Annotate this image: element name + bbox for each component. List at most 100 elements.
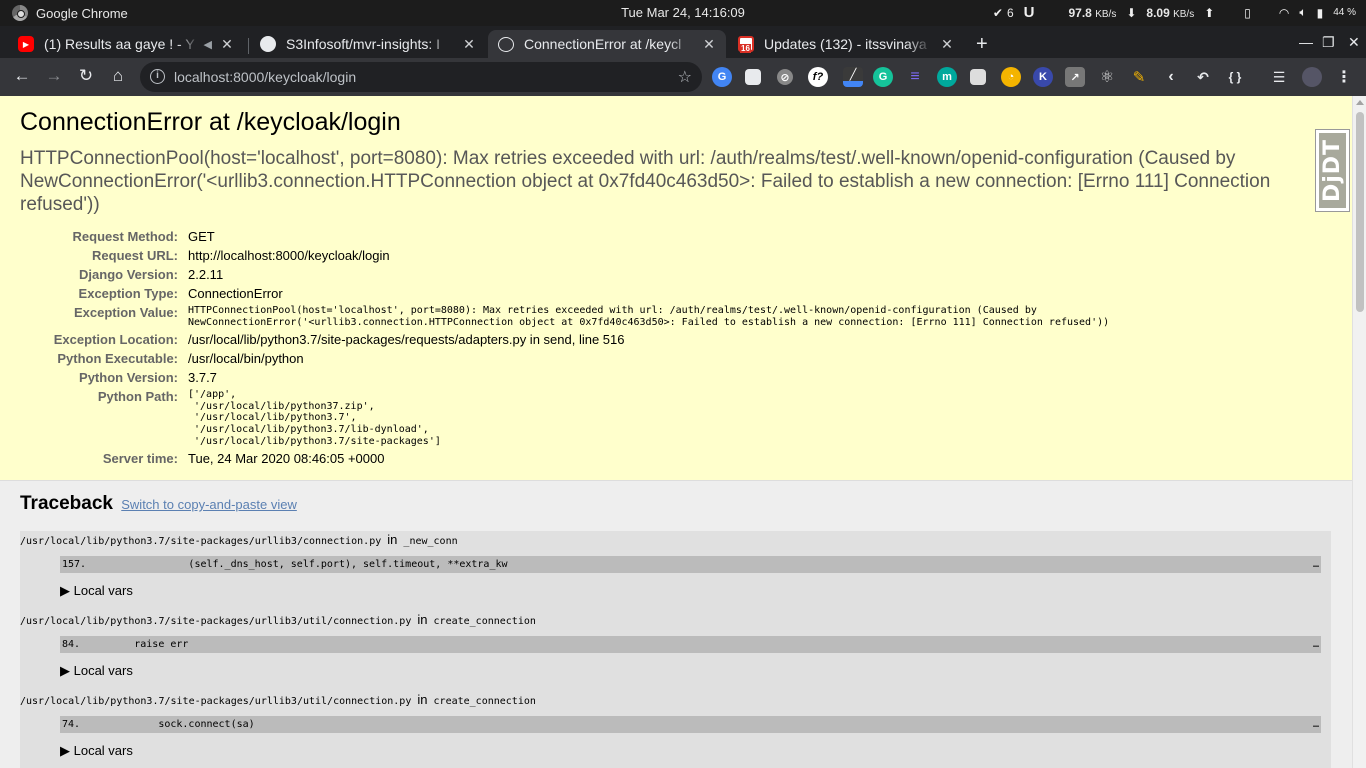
tab-title: Updates (132) - itssvinaya bbox=[764, 36, 927, 52]
google-translate-icon[interactable]: G bbox=[712, 67, 732, 87]
tab-strip: ▶ (1) Results aa gaye ! - Y ◀︎ ✕ S3Infos… bbox=[0, 26, 1366, 58]
home-button[interactable]: ⌂ bbox=[107, 66, 129, 86]
function-icon[interactable]: f? bbox=[808, 67, 828, 87]
pin-icon[interactable]: ↗ bbox=[1065, 67, 1085, 87]
close-icon[interactable]: ✕ bbox=[220, 36, 234, 53]
square-extension-icon[interactable] bbox=[970, 69, 986, 85]
url-text[interactable]: localhost:8000/keycloak/login bbox=[174, 69, 356, 85]
bookmark-star-icon[interactable]: ☆ bbox=[678, 67, 692, 87]
youtube-icon: ▶ bbox=[18, 36, 34, 52]
scroll-up-arrow-icon[interactable] bbox=[1356, 100, 1364, 105]
tab-youtube[interactable]: ▶ (1) Results aa gaye ! - Y ◀︎ ✕ bbox=[8, 30, 244, 58]
active-app[interactable]: Google Chrome bbox=[12, 5, 128, 21]
tab-divider bbox=[248, 38, 249, 54]
meta-label: Request Method: bbox=[72, 229, 178, 244]
frame-file: /usr/local/lib/python3.7/site-packages/u… bbox=[20, 532, 458, 547]
copy-paste-view-link[interactable]: Switch to copy-and-paste view bbox=[121, 497, 297, 512]
meta-value: 2.2.11 bbox=[188, 267, 224, 282]
frame-path: /usr/local/lib/python3.7/site-packages/u… bbox=[20, 536, 382, 547]
frame-func: _new_conn bbox=[403, 536, 458, 547]
local-vars-toggle[interactable]: ▶ Local vars bbox=[60, 583, 133, 599]
new-tab-button[interactable]: + bbox=[976, 34, 988, 54]
react-icon[interactable]: ⚛ bbox=[1097, 67, 1117, 87]
chevron-left-icon[interactable]: ‹ bbox=[1161, 67, 1181, 87]
magnet-icon[interactable]: U bbox=[1024, 4, 1035, 21]
back-button[interactable]: ← bbox=[11, 66, 33, 86]
download-speed: 97.8 KB/s bbox=[1068, 5, 1117, 20]
close-icon[interactable]: ✕ bbox=[462, 36, 476, 53]
frame-file: /usr/local/lib/python3.7/site-packages/u… bbox=[20, 612, 536, 627]
info-icon[interactable]: i bbox=[150, 69, 165, 84]
forward-button[interactable]: → bbox=[43, 66, 65, 86]
json-braces-icon[interactable]: { } bbox=[1225, 67, 1245, 87]
meta-row: Python Version: 3.7.7 bbox=[20, 368, 1109, 387]
clipboard-icon[interactable]: ▯ bbox=[1244, 6, 1251, 20]
brush-icon[interactable]: ✎ bbox=[1129, 67, 1149, 87]
mute-icon[interactable]: ◀︎ bbox=[204, 38, 212, 51]
compass-icon[interactable]: ◔ bbox=[1001, 67, 1021, 87]
meta-label: Django Version: bbox=[79, 267, 178, 282]
k-extension-icon[interactable]: K bbox=[1033, 67, 1053, 87]
wifi-icon[interactable]: ◠ bbox=[1279, 6, 1289, 20]
in-word: in bbox=[417, 692, 428, 707]
close-window-icon[interactable]: ✕ bbox=[1348, 34, 1360, 51]
expand-context-button[interactable]: … bbox=[1313, 556, 1319, 573]
traceback-heading: Traceback Switch to copy-and-paste view bbox=[20, 493, 297, 515]
tab-github[interactable]: S3Infosoft/mvr-insights: I ✕ bbox=[250, 30, 486, 58]
meta-label: Python Path: bbox=[97, 389, 178, 405]
scrollbar-thumb[interactable] bbox=[1356, 112, 1364, 312]
stack-icon[interactable]: ≡ bbox=[905, 67, 925, 87]
tab-connection-error[interactable]: ConnectionError at /keycl ✕ bbox=[488, 30, 726, 58]
battery-icon[interactable]: ▮ bbox=[1317, 6, 1324, 20]
tab-title: S3Infosoft/mvr-insights: I bbox=[286, 36, 441, 52]
code-text: 157. (self._dns_host, self.port), self.t… bbox=[62, 559, 508, 570]
local-vars-toggle[interactable]: ▶ Local vars bbox=[60, 663, 133, 679]
local-vars-toggle[interactable]: ▶ Local vars bbox=[60, 743, 133, 759]
color-picker-icon[interactable]: ╱ bbox=[843, 67, 863, 87]
browser-toolbar: ← → ↻ ⌂ i localhost:8000/keycloak/login … bbox=[0, 58, 1366, 96]
frame-file: /usr/local/lib/python3.7/site-packages/u… bbox=[20, 692, 536, 707]
meta-row: Exception Type: ConnectionError bbox=[20, 284, 1109, 303]
meta-row: Server time: Tue, 24 Mar 2020 08:46:05 +0… bbox=[20, 449, 1109, 468]
grammarly-icon[interactable]: G bbox=[873, 67, 893, 87]
django-debug-toolbar-handle[interactable]: DjDT bbox=[1315, 129, 1350, 212]
exception-summary: HTTPConnectionPool(host='localhost', por… bbox=[20, 148, 1271, 215]
page-scrollbar[interactable] bbox=[1352, 96, 1366, 768]
frame-code-line[interactable]: 74. sock.connect(sa)… bbox=[60, 716, 1321, 733]
frame-code-line[interactable]: 84. raise err… bbox=[60, 636, 1321, 653]
expand-context-button[interactable]: … bbox=[1313, 636, 1319, 653]
frame-path: /usr/local/lib/python3.7/site-packages/u… bbox=[20, 616, 412, 627]
minimize-icon[interactable]: — bbox=[1299, 34, 1313, 50]
close-icon[interactable]: ✕ bbox=[702, 36, 716, 53]
djdt-label: DjDT bbox=[1320, 138, 1346, 203]
meta-label: Exception Type: bbox=[78, 286, 178, 301]
check-count: 6 bbox=[1006, 5, 1014, 20]
block-icon[interactable]: ⊘ bbox=[777, 69, 793, 85]
meta-row: Python Path: ['/app', '/usr/local/lib/pyt… bbox=[20, 387, 1109, 449]
tab-gmail[interactable]: 16 Updates (132) - itssvinaya ✕ bbox=[728, 30, 964, 58]
error-summary: ConnectionError at /keycloak/login HTTPC… bbox=[0, 96, 1352, 481]
media-list-icon[interactable]: ☰ bbox=[1269, 67, 1289, 87]
frame-path: /usr/local/lib/python3.7/site-packages/u… bbox=[20, 696, 412, 707]
undo-icon[interactable]: ↶ bbox=[1193, 67, 1213, 87]
frame-func: create_connection bbox=[433, 696, 536, 707]
expand-context-button[interactable]: … bbox=[1313, 716, 1319, 733]
reload-button[interactable]: ↻ bbox=[75, 66, 97, 86]
close-icon[interactable]: ✕ bbox=[940, 36, 954, 53]
frame-code-line[interactable]: 157. (self._dns_host, self.port), self.t… bbox=[60, 556, 1321, 573]
tab-title: ConnectionError at /keycl bbox=[524, 36, 682, 52]
restore-icon[interactable]: ❐ bbox=[1322, 34, 1335, 51]
checkmark-icon[interactable]: ✔ bbox=[993, 6, 1003, 20]
upload-speed: 8.09 KB/s bbox=[1146, 5, 1195, 20]
request-meta-table: Request Method: GET Request URL: http://lo… bbox=[20, 227, 1109, 468]
gmail-badge: 16 bbox=[740, 44, 751, 53]
extension-doc-icon[interactable] bbox=[745, 69, 761, 85]
djdt-label-box: DjDT bbox=[1319, 133, 1346, 208]
address-bar[interactable]: i localhost:8000/keycloak/login ☆ bbox=[140, 62, 702, 92]
m-extension-icon[interactable]: m bbox=[937, 67, 957, 87]
os-top-bar: Google Chrome Tue Mar 24, 14:16:09 ✔ 6 U… bbox=[0, 0, 1366, 26]
volume-icon[interactable]: 🔈︎ bbox=[1299, 5, 1306, 20]
profile-avatar[interactable] bbox=[1302, 67, 1322, 87]
menu-dots-icon[interactable]: ⋮ bbox=[1334, 67, 1354, 87]
meta-row: Exception Location: /usr/local/lib/python… bbox=[20, 330, 1109, 349]
